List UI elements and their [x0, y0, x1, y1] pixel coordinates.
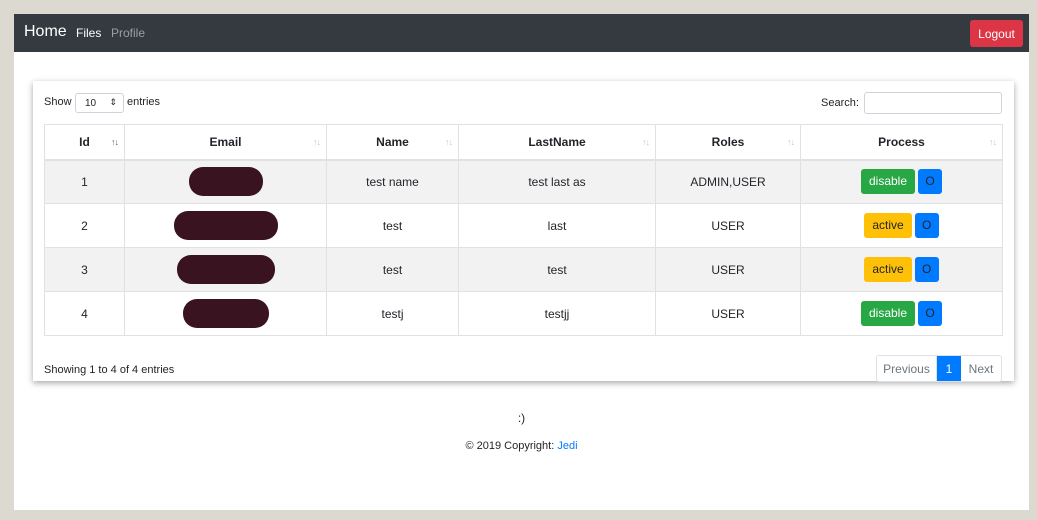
select-caret-icon: ⇕	[109, 97, 117, 107]
active-button[interactable]: active	[864, 257, 912, 282]
cell-process: disable O	[800, 159, 1003, 204]
users-table: Id ↑↓ Email ↑↓ Name ↑↓ LastName ↑↓ Roles ↑↓ P…	[44, 124, 1003, 336]
nav-files-link[interactable]: Files	[76, 26, 101, 40]
sort-icon: ↑↓	[642, 137, 650, 147]
entries-label: entries	[127, 96, 161, 108]
previous-page-button[interactable]: Previous	[877, 356, 937, 381]
app-window: Home Files Profile Logout Show 10 ⇕ entr…	[14, 14, 1029, 510]
cell-roles: USER	[655, 291, 801, 336]
nav-profile-link[interactable]: Profile	[111, 26, 145, 40]
cell-process: active O	[800, 247, 1003, 292]
column-header-roles[interactable]: Roles ↑↓	[655, 124, 801, 161]
cell-lastname: test last as	[458, 159, 656, 204]
cell-roles: USER	[655, 203, 801, 248]
redacted-email	[176, 255, 275, 284]
navbar: Home Files Profile Logout	[14, 14, 1029, 52]
cell-email	[124, 291, 327, 336]
cell-name: test name	[326, 159, 459, 204]
redacted-email	[173, 211, 278, 240]
sort-icon: ↑↓	[445, 137, 453, 147]
column-header-id[interactable]: Id ↑↓	[44, 124, 125, 161]
copyright-text: © 2019 Copyright:	[465, 440, 555, 452]
copyright-link[interactable]: Jedi	[557, 440, 577, 452]
cell-id: 1	[44, 159, 125, 204]
column-header-name[interactable]: Name ↑↓	[326, 124, 459, 161]
column-header-lastname[interactable]: LastName ↑↓	[458, 124, 656, 161]
cell-id: 3	[44, 247, 125, 292]
table-row: 3 test test USER active O	[44, 247, 1003, 292]
o-button[interactable]: O	[914, 213, 939, 238]
search-label: Search:	[821, 97, 859, 109]
disable-button[interactable]: disable	[860, 169, 916, 195]
table-info: Showing 1 to 4 of 4 entries	[44, 364, 175, 376]
page-length-select[interactable]: 10 ⇕	[75, 93, 124, 113]
smile-text: :)	[517, 411, 526, 425]
cell-email	[124, 159, 327, 204]
search-input[interactable]	[864, 92, 1002, 114]
sort-icon: ↑↓	[313, 137, 321, 147]
table-row: 2 test last USER active O	[44, 203, 1003, 248]
cell-id: 2	[44, 203, 125, 248]
cell-lastname: test	[458, 247, 656, 292]
cell-name: testj	[326, 291, 459, 336]
pagination: Previous 1 Next	[876, 355, 1002, 382]
o-button[interactable]: O	[918, 301, 943, 326]
cell-roles: ADMIN,USER	[655, 159, 801, 204]
cell-lastname: testjj	[458, 291, 656, 336]
sort-icon: ↑↓	[989, 137, 997, 147]
logout-button[interactable]: Logout	[970, 20, 1023, 47]
cell-roles: USER	[655, 247, 801, 292]
disable-button[interactable]: disable	[860, 301, 916, 326]
table-header-row: Id ↑↓ Email ↑↓ Name ↑↓ LastName ↑↓ Roles ↑↓ P…	[44, 124, 1003, 161]
cell-name: test	[326, 247, 459, 292]
brand-home-link[interactable]: Home	[24, 23, 67, 41]
redacted-email	[188, 167, 263, 197]
redacted-email	[182, 299, 269, 328]
sort-icon: ↑↓	[787, 137, 795, 147]
column-header-email[interactable]: Email ↑↓	[124, 124, 327, 161]
active-button[interactable]: active	[864, 213, 912, 238]
cell-name: test	[326, 203, 459, 248]
o-button[interactable]: O	[918, 169, 943, 195]
o-button[interactable]: O	[914, 257, 939, 282]
column-header-process[interactable]: Process ↑↓	[800, 124, 1003, 161]
sort-asc-icon: ↑↓	[111, 137, 119, 147]
table-row: 1 test name test last as ADMIN,USER disa…	[44, 159, 1003, 204]
table-row: 4 testj testjj USER disable O	[44, 291, 1003, 336]
cell-lastname: last	[458, 203, 656, 248]
copyright: © 2019 Copyright: Jedi	[14, 440, 1029, 452]
page-1-button[interactable]: 1	[937, 356, 961, 381]
cell-id: 4	[44, 291, 125, 336]
cell-email	[124, 203, 327, 248]
users-table-card: Show 10 ⇕ entries Search: Id ↑↓ Email ↑↓ N…	[33, 81, 1014, 382]
next-page-button[interactable]: Next	[961, 356, 1001, 381]
cell-process: active O	[800, 203, 1003, 248]
show-label: Show	[44, 96, 72, 108]
cell-process: disable O	[800, 291, 1003, 336]
cell-email	[124, 247, 327, 292]
page-length-value: 10	[85, 97, 97, 109]
